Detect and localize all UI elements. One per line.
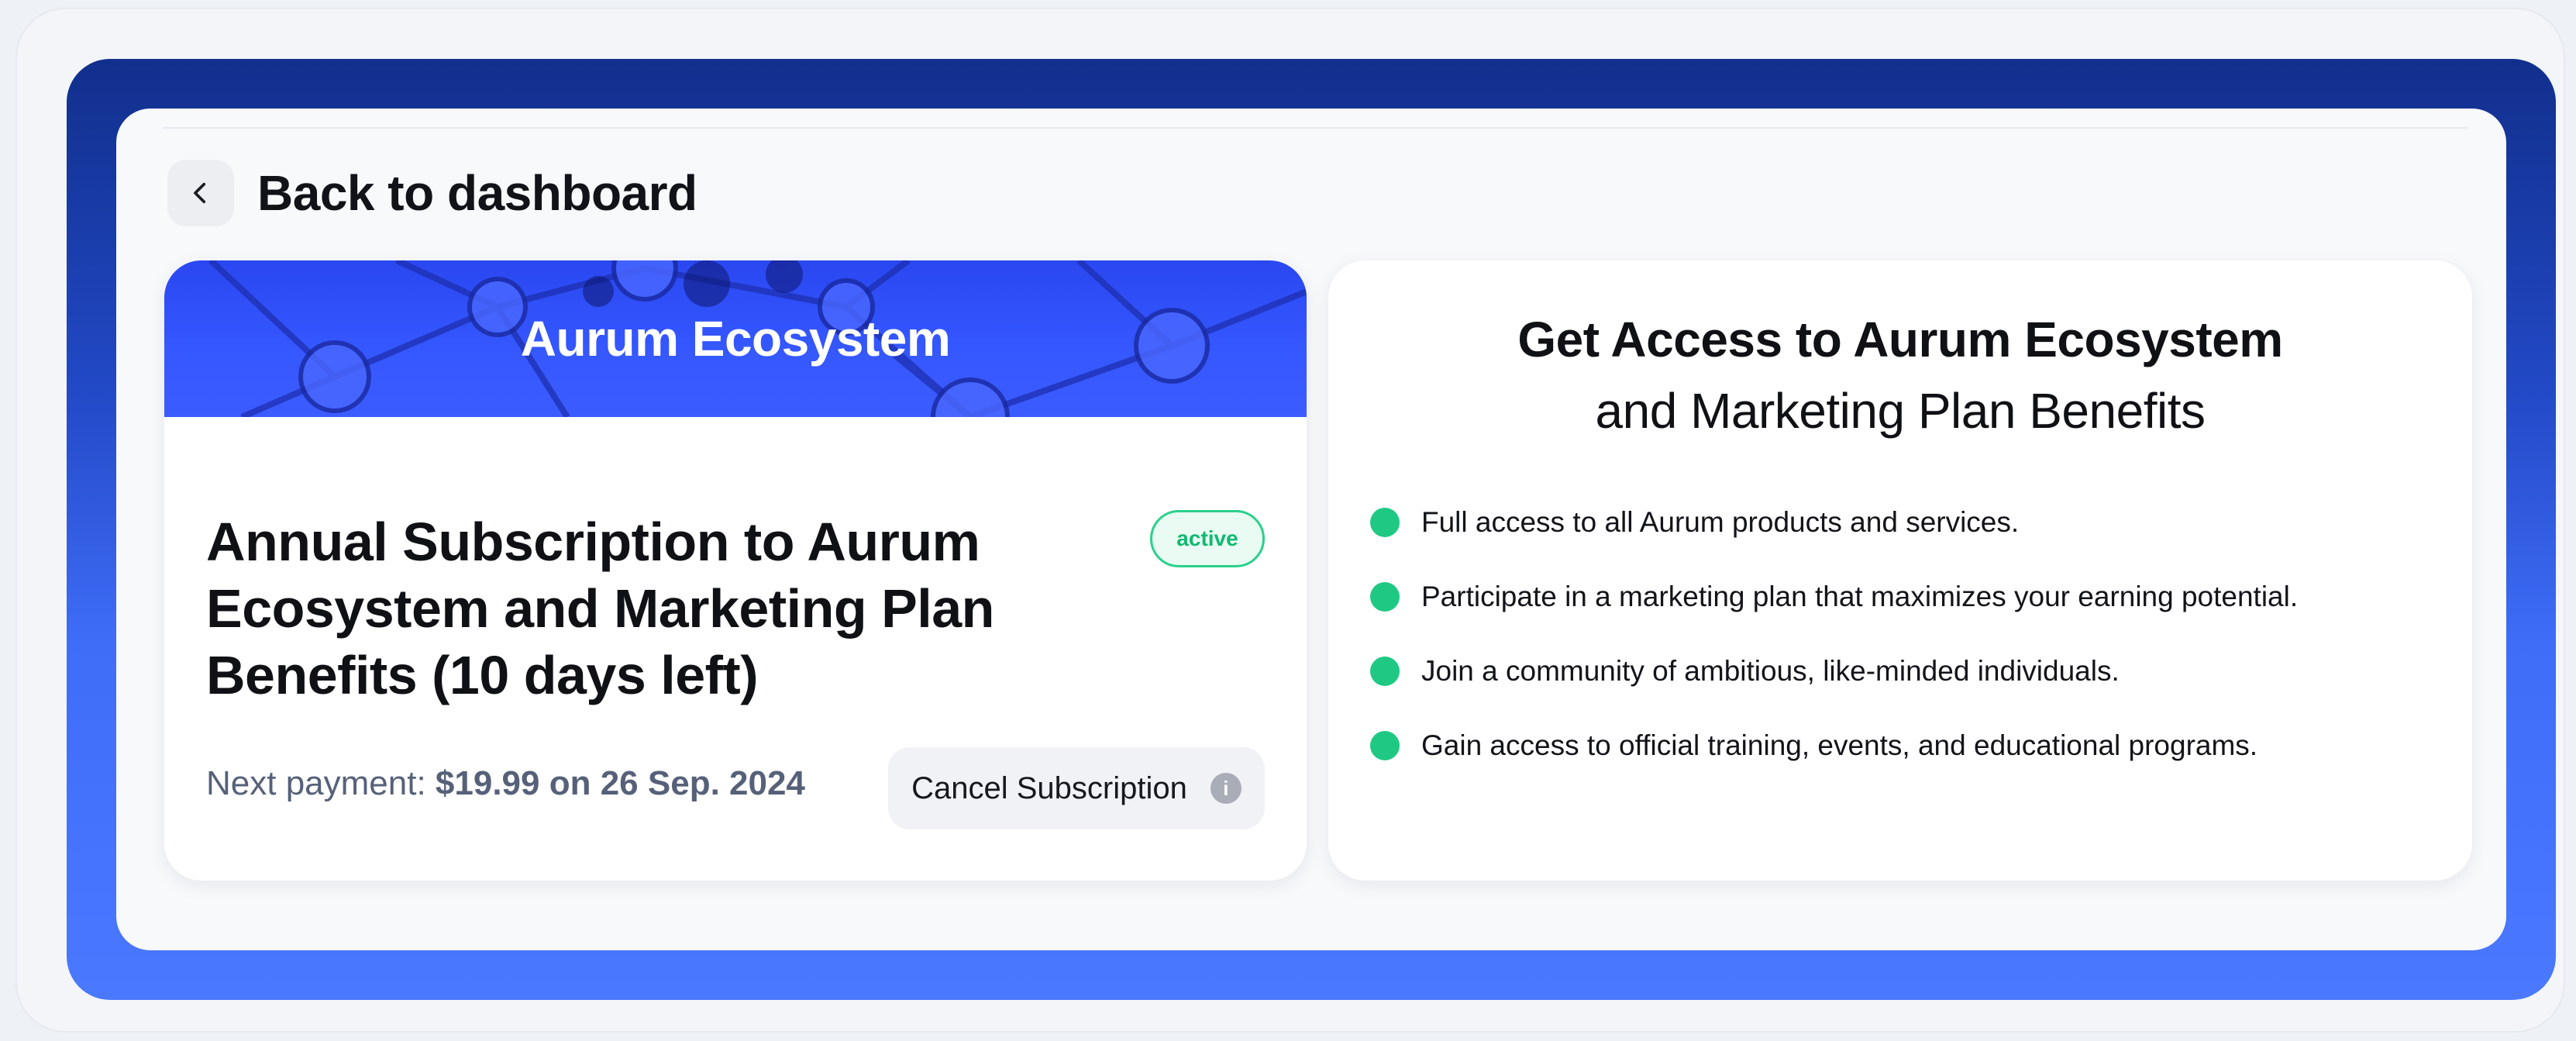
content-panel: Back to dashboard Aurum Ecosystem Annual…: [116, 109, 2506, 950]
benefit-text: Full access to all Aurum products and se…: [1421, 506, 2020, 538]
bullet-dot-icon: [1370, 731, 1400, 760]
gradient-frame: Back to dashboard Aurum Ecosystem Annual…: [67, 59, 2556, 1000]
back-label[interactable]: Back to dashboard: [257, 164, 697, 222]
benefit-text: Participate in a marketing plan that max…: [1421, 581, 2299, 612]
subscription-card: Aurum Ecosystem Annual Subscription to A…: [164, 260, 1307, 881]
benefits-card: Get Access to Aurum Ecosystem and Market…: [1328, 260, 2472, 881]
list-item: Participate in a marketing plan that max…: [1370, 560, 2298, 634]
banner-title: Aurum Ecosystem: [520, 311, 951, 367]
back-button[interactable]: [167, 160, 234, 226]
divider: [163, 127, 2468, 129]
next-payment-value: $19.99 on 26 Sep. 2024: [435, 764, 805, 802]
subscription-title: Annual Subscription to Aurum Ecosystem a…: [206, 512, 994, 705]
benefits-list: Full access to all Aurum products and se…: [1370, 485, 2298, 783]
bullet-dot-icon: [1370, 582, 1400, 612]
chevron-left-icon: [194, 182, 206, 204]
list-item: Gain access to official training, events…: [1370, 708, 2298, 783]
benefit-text: Gain access to official training, events…: [1421, 729, 2258, 761]
info-icon[interactable]: i: [1210, 773, 1242, 804]
list-item: Full access to all Aurum products and se…: [1370, 485, 2298, 560]
list-item: Join a community of ambitious, like-mind…: [1370, 634, 2298, 708]
back-to-dashboard-link[interactable]: Back to dashboard: [167, 158, 697, 228]
bullet-dot-icon: [1370, 508, 1400, 537]
benefits-heading-line1: Get Access to Aurum Ecosystem: [1517, 312, 2283, 367]
benefits-heading: Get Access to Aurum Ecosystem and Market…: [1328, 304, 2472, 446]
benefit-text: Join a community of ambitious, like-mind…: [1421, 655, 2120, 687]
next-payment-label: Next payment:: [206, 764, 426, 802]
next-payment-info: Next payment: $19.99 on 26 Sep. 2024: [206, 764, 805, 803]
ecosystem-banner: Aurum Ecosystem: [164, 260, 1307, 417]
benefits-heading-line2: and Marketing Plan Benefits: [1595, 383, 2206, 439]
status-badge: active: [1150, 510, 1265, 567]
cancel-subscription-button[interactable]: Cancel Subscription i: [888, 747, 1265, 829]
bullet-dot-icon: [1370, 657, 1400, 686]
cancel-subscription-label: Cancel Subscription: [911, 770, 1187, 805]
